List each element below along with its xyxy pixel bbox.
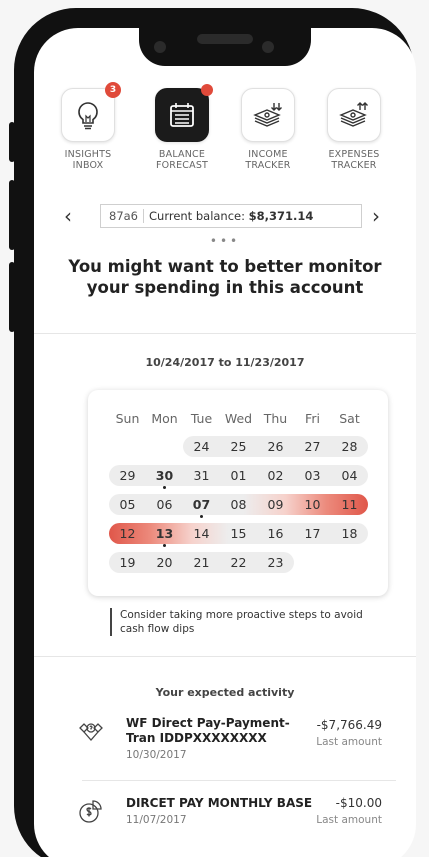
forecast-calendar: Sun Mon Tue Wed Thu Fri Sat 24 25 26 27 … [88,390,388,596]
previous-account-arrow[interactable]: ‹ [64,206,72,226]
tab-label: BALANCE FORECAST [155,149,209,171]
calendar-week: 19 20 21 22 23 [109,552,369,573]
calendar-day[interactable]: 22 [220,552,257,573]
phone-screen: 3 INSIGHTS INBOX BALANCE FORECAST INCOME… [34,28,416,857]
alert-dot-icon [201,84,213,96]
weekday-label: Wed [224,411,253,426]
calendar-icon [170,103,194,127]
weekday-label: Tue [190,411,213,426]
sensor-icon [262,41,274,53]
account-selector: ‹ 87a6 Current balance: $8,371.14 › [34,204,416,230]
calendar-day[interactable]: 29 [109,465,146,486]
calendar-day[interactable]: 24 [183,436,220,457]
calendar-day[interactable]: 06 [146,494,183,515]
calendar-day[interactable]: 31 [183,465,220,486]
calendar-day[interactable]: 28 [331,436,368,457]
tab-insights-inbox[interactable]: 3 INSIGHTS INBOX [46,82,130,171]
tab-label: INSIGHTS INBOX [64,149,112,171]
current-balance-box[interactable]: 87a6 Current balance: $8,371.14 [100,204,362,228]
calendar-day[interactable]: 02 [257,465,294,486]
weekday-label: Mon [151,411,178,426]
calendar-day[interactable]: 04 [331,465,368,486]
tab-expenses-tracker[interactable]: EXPENSES TRACKER [312,88,396,171]
pager-dots: ••• [209,234,241,248]
speaker [197,34,253,44]
advice-tip: Consider taking more proactive steps to … [110,608,390,636]
calendar-day[interactable]: 14 [183,523,220,544]
dollar-chart-icon [79,800,102,823]
calendar-day[interactable]: 16 [257,523,294,544]
weekday-header: Sun Mon Tue Wed Thu Fri Sat [109,408,369,429]
transaction-date: 10/30/2017 [126,749,187,761]
calendar-day-with-transaction[interactable]: 13 [146,523,183,547]
calendar-day-low-balance[interactable]: 11 [331,494,368,515]
calendar-day[interactable]: 01 [220,465,257,486]
calendar-day[interactable]: 08 [220,494,257,515]
lightbulb-icon [78,102,98,130]
calendar-day-with-transaction[interactable]: 07 [183,494,220,518]
calendar-day[interactable]: 26 [257,436,294,457]
weekday-label: Fri [305,411,320,426]
transaction-item[interactable]: WF Direct Pay-Payment-Tran IDDPXXXXXXXX … [70,716,400,776]
insight-headline: You might want to better monitor your sp… [68,257,382,297]
balance-amount: $8,371.14 [248,209,314,223]
transaction-date: 11/07/2017 [126,814,187,826]
tab-label: EXPENSES TRACKER [328,149,380,171]
calendar-day-low-balance[interactable]: 09 [257,494,294,515]
calendar-day-low-balance[interactable]: 12 [109,523,146,544]
divider [34,333,416,334]
transaction-amount: -$10.00 [335,796,382,810]
tab-label: INCOME TRACKER [245,149,291,171]
calendar-day[interactable]: 19 [109,552,146,573]
calendar-week: 05 06 07 08 09 10 11 [109,494,369,518]
calendar-day[interactable]: 05 [109,494,146,515]
calendar-day-low-balance[interactable]: 10 [294,494,331,515]
notch [139,28,311,66]
next-account-arrow[interactable]: › [372,206,380,226]
calendar-day[interactable]: 27 [294,436,331,457]
transaction-amount-label: Last amount [316,736,382,748]
calendar-day[interactable]: 03 [294,465,331,486]
calendar-day[interactable]: 20 [146,552,183,573]
calendar-day[interactable]: 18 [331,523,368,544]
transaction-amount-label: Last amount [316,814,382,826]
divider [82,780,396,781]
calendar-day[interactable]: 23 [257,552,294,573]
transaction-name: DIRCET PAY MONTHLY BASE [126,796,313,810]
calendar-day[interactable]: 15 [220,523,257,544]
calendar-day-with-transaction[interactable]: 30 [146,465,183,489]
camera-icon [154,41,166,53]
money-in-icon [253,103,282,127]
calendar-week: 29 30 31 01 02 03 04 [109,465,369,489]
calendar-week: 12 13 14 15 16 17 18 [109,523,369,547]
weekday-label: Sat [339,411,360,426]
calendar-day[interactable]: 21 [183,552,220,573]
transaction-amount: -$7,766.49 [316,718,382,732]
tab-income-tracker[interactable]: INCOME TRACKER [226,88,310,171]
money-out-icon [339,102,368,127]
weekday-label: Thu [263,411,288,426]
calendar-day[interactable]: 25 [220,436,257,457]
feature-tabs: 3 INSIGHTS INBOX BALANCE FORECAST INCOME… [34,82,416,183]
activity-section-title: Your expected activity [155,686,295,699]
calendar-day[interactable]: 17 [294,523,331,544]
transaction-item[interactable]: DIRCET PAY MONTHLY BASE 11/07/2017 -$10.… [70,796,400,846]
calendar-week: 24 25 26 27 28 [109,436,369,457]
handshake-icon [79,723,103,741]
weekday-label: Sun [115,411,140,426]
balance-label: Current balance: [149,209,245,223]
date-range: 10/24/2017 to 11/23/2017 [145,356,305,369]
notification-badge: 3 [105,82,121,98]
divider [34,656,416,657]
phone-frame: 3 INSIGHTS INBOX BALANCE FORECAST INCOME… [14,8,416,857]
transaction-name: WF Direct Pay-Payment-Tran IDDPXXXXXXXX [126,716,290,745]
tab-balance-forecast[interactable]: BALANCE FORECAST [140,84,224,171]
account-id: 87a6 [109,209,144,223]
